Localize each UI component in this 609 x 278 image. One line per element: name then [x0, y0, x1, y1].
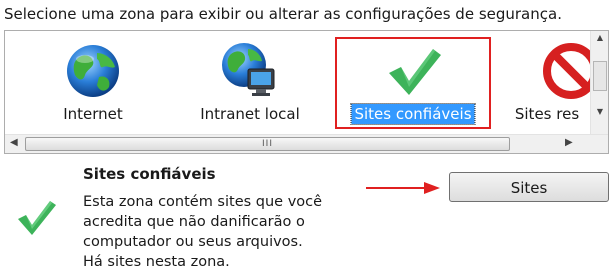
- checkmark-icon: [381, 41, 445, 101]
- globe-icon: [61, 41, 125, 101]
- zone-label-trusted-sites: Sites confiáveis: [350, 103, 476, 125]
- intranet-globe-icon: [218, 41, 282, 101]
- description-line: acredita que não danificarão o: [83, 214, 305, 230]
- horizontal-scroll-thumb[interactable]: III: [25, 137, 510, 151]
- instruction-text: Selecione uma zona para exibir ou altera…: [4, 5, 562, 23]
- zone-item-intranet-local[interactable]: Intranet local: [175, 31, 325, 135]
- description-line: Há sites nesta zona.: [83, 254, 230, 270]
- zone-label-restricted-sites: Sites res: [514, 105, 580, 123]
- zone-item-trusted-sites[interactable]: Sites confiáveis: [333, 31, 493, 135]
- zone-label-internet: Internet: [63, 105, 123, 123]
- vertical-scrollbar[interactable]: ▲ ▼: [590, 31, 608, 135]
- scroll-up-arrow[interactable]: ▲: [591, 33, 608, 42]
- annotation-arrow-icon: [366, 180, 440, 194]
- scroll-down-arrow[interactable]: ▼: [591, 107, 608, 116]
- scroll-right-arrow[interactable]: ▶: [565, 137, 573, 148]
- zone-item-internet[interactable]: Internet: [23, 31, 163, 135]
- description-line: Esta zona contém sites que você: [83, 194, 323, 210]
- zone-description-title: Sites confiáveis: [83, 165, 216, 183]
- sites-button[interactable]: Sites: [449, 172, 609, 202]
- description-line: computador ou seus arquivos.: [83, 234, 303, 250]
- security-zones-panel: Selecione uma zona para exibir ou altera…: [0, 0, 609, 278]
- vertical-scroll-thumb[interactable]: [593, 61, 607, 91]
- zone-description: Esta zona contém sites que você acredita…: [83, 192, 383, 272]
- scroll-left-arrow[interactable]: ◀: [10, 137, 18, 148]
- horizontal-scrollbar[interactable]: ◀ III ▶: [5, 134, 608, 153]
- scroll-grip: III: [262, 139, 273, 149]
- zone-label-intranet-local: Intranet local: [200, 105, 300, 123]
- zone-list[interactable]: Internet Intranet local Sites confiáveis…: [4, 30, 609, 154]
- zone-checkmark-icon: [14, 195, 58, 239]
